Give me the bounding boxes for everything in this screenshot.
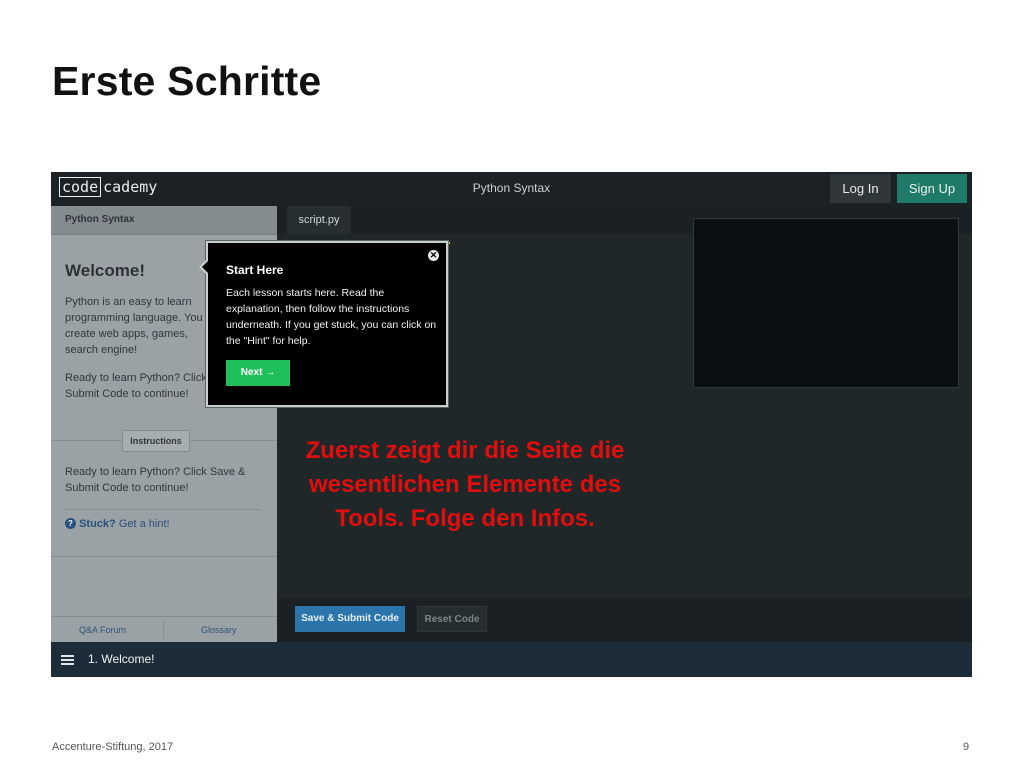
- tab-script-py[interactable]: script.py: [287, 206, 351, 234]
- qa-forum-link[interactable]: Q&A Forum: [79, 625, 126, 635]
- hamburger-menu-icon[interactable]: [61, 655, 74, 667]
- lesson-heading: Welcome!: [65, 261, 145, 280]
- popover-body: Each lesson starts here. Read the explan…: [226, 287, 437, 347]
- next-button[interactable]: Next →: [226, 360, 290, 386]
- popover-title: Start Here: [226, 263, 284, 277]
- save-submit-button[interactable]: Save & Submit Code: [295, 606, 405, 632]
- glossary-link[interactable]: Glossary: [201, 625, 237, 635]
- app-header: code cademy Python Syntax Log In Sign Up: [51, 172, 972, 207]
- current-lesson-label[interactable]: 1. Welcome!: [88, 652, 154, 666]
- stuck-label: Stuck?: [79, 518, 116, 530]
- lesson-sidebar-header: Python Syntax: [51, 206, 277, 235]
- divider: [65, 509, 261, 510]
- login-button[interactable]: Log In: [830, 174, 891, 203]
- slide-title: Erste Schritte: [52, 58, 322, 104]
- lesson-intro: Python is an easy to learn programming l…: [65, 296, 215, 356]
- divider: [163, 621, 164, 639]
- get-hint-link[interactable]: Get a hint!: [119, 518, 170, 530]
- question-icon: ?: [65, 518, 76, 529]
- slide-footer-source: Accenture-Stiftung, 2017: [52, 741, 174, 753]
- slide-annotation: Zuerst zeigt dir die Seite die wesentlic…: [305, 437, 625, 532]
- signup-button[interactable]: Sign Up: [897, 174, 967, 203]
- sidebar-footer: Q&A Forum Glossary: [51, 616, 277, 643]
- slide-page-number: 9: [963, 741, 970, 753]
- editor-action-bar: Save & Submit Code Reset Code: [277, 598, 972, 642]
- instructions-text: Ready to learn Python? Click Save & Subm…: [65, 466, 246, 494]
- divider: [51, 556, 277, 557]
- stuck-hint: ? Stuck? Get a hint!: [65, 518, 170, 530]
- popover-arrow-inner: [202, 261, 208, 273]
- start-here-popover: ✕ Start Here Each lesson starts here. Re…: [199, 241, 448, 407]
- close-icon[interactable]: ✕: [428, 250, 439, 261]
- lesson-ready-text: Ready to learn Python? Click Submit Code…: [65, 372, 207, 400]
- lesson-navigation-bar: 1. Welcome!: [51, 642, 972, 677]
- output-terminal: [693, 218, 959, 388]
- codecademy-screenshot: code cademy Python Syntax Log In Sign Up …: [51, 172, 972, 677]
- instructions-tab[interactable]: Instructions: [122, 430, 190, 452]
- reset-code-button[interactable]: Reset Code: [417, 606, 487, 632]
